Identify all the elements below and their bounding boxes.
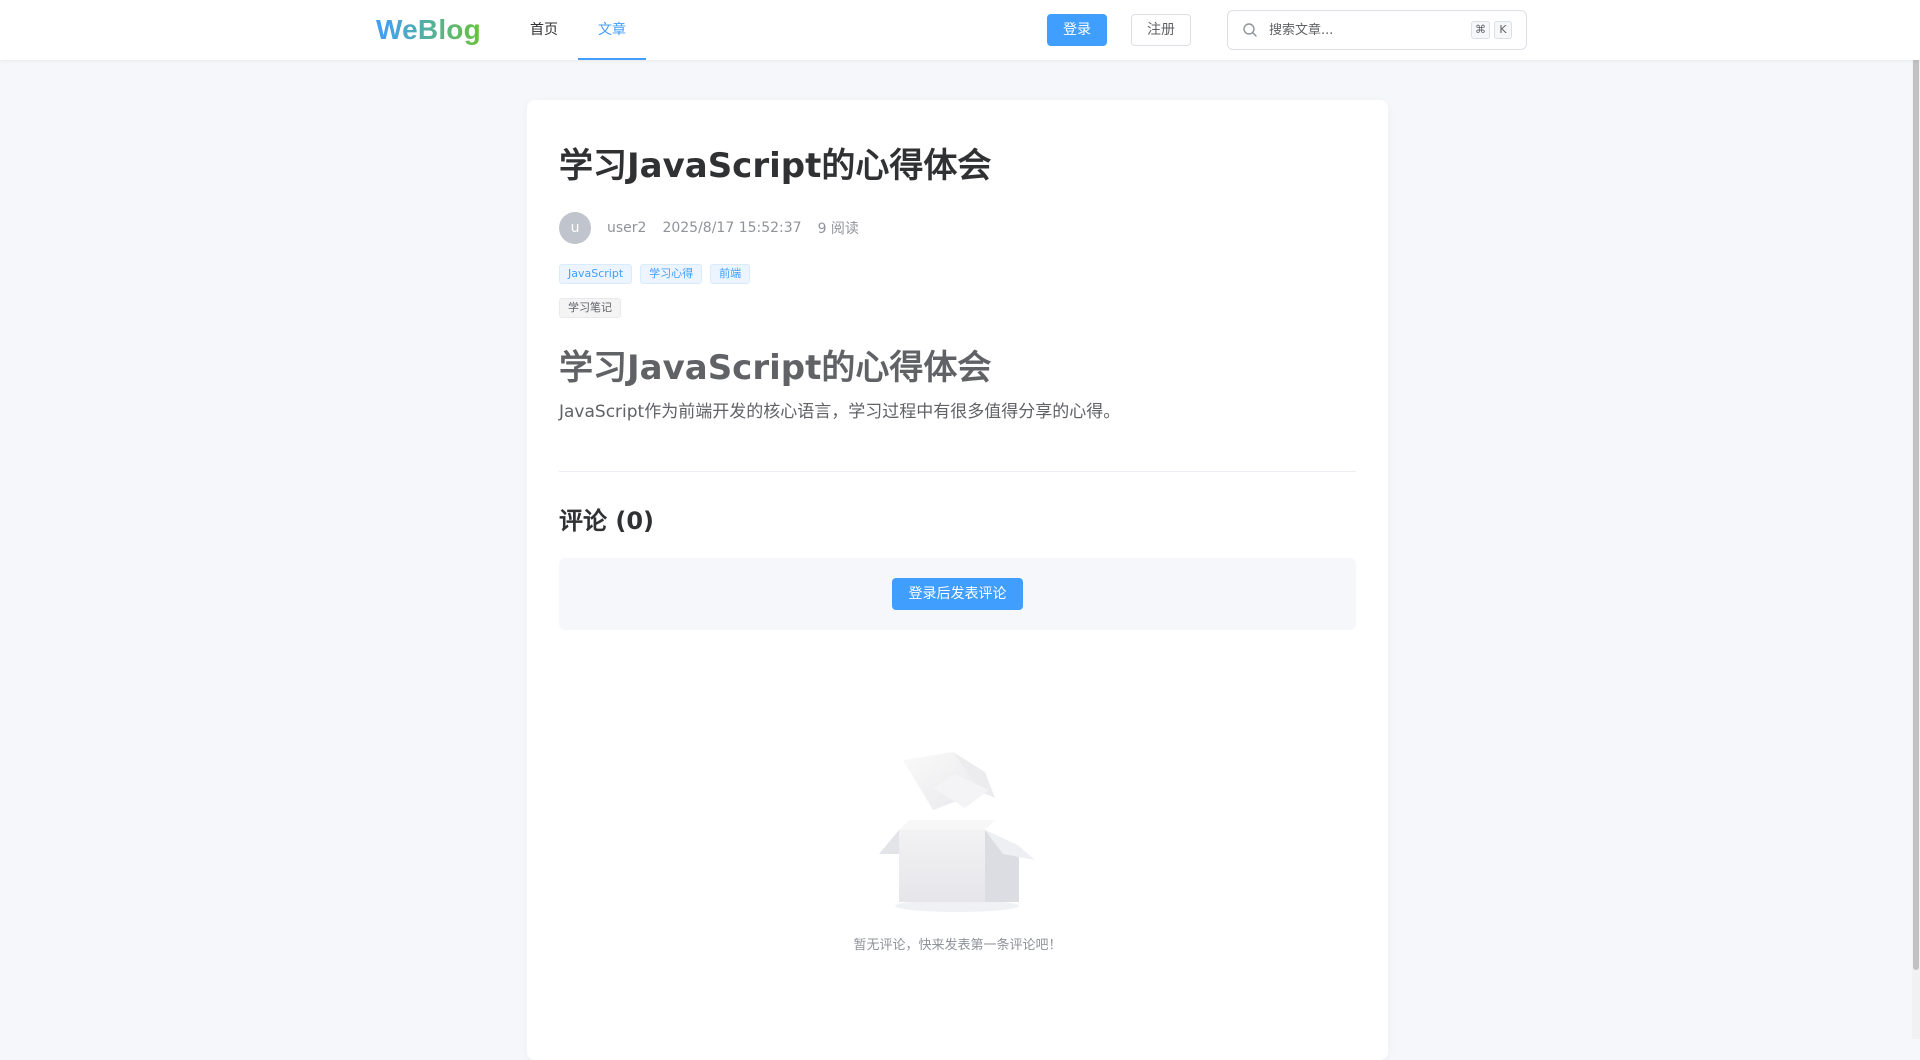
comments-title: 评论 (0)	[559, 507, 654, 535]
article-meta: u user2 2025/8/17 15:52:37 9 阅读	[559, 212, 875, 244]
publish-date: 2025/8/17 15:52:37	[662, 220, 802, 236]
top-header: WeBlog 首页 文章 登录 注册 ⌘ K	[0, 0, 1920, 60]
page-scrollbar[interactable]	[1912, 0, 1920, 1039]
empty-box-icon	[875, 750, 1045, 915]
read-count: 9 阅读	[817, 221, 859, 237]
nav-item-articles[interactable]: 文章	[578, 0, 646, 60]
search-input[interactable]	[1267, 21, 1467, 39]
scrollbar-thumb[interactable]	[1913, 0, 1919, 970]
search-icon	[1242, 22, 1258, 38]
tag-list: JavaScript 学习心得 前端	[559, 264, 758, 284]
login-to-comment-button[interactable]: 登录后发表评论	[892, 578, 1023, 610]
tag-learning[interactable]: 学习心得	[640, 264, 703, 284]
category-list: 学习笔记	[559, 298, 629, 318]
register-button[interactable]: 注册	[1131, 14, 1191, 46]
shortcut-key-k: K	[1494, 21, 1512, 39]
avatar[interactable]: u	[559, 212, 591, 244]
author-name[interactable]: user2	[607, 220, 646, 236]
tag-javascript[interactable]: JavaScript	[559, 264, 633, 284]
site-logo[interactable]: WeBlog	[376, 12, 481, 48]
article-card: 学习JavaScript的心得体会 u user2 2025/8/17 15:5…	[527, 100, 1388, 1060]
tag-frontend[interactable]: 前端	[710, 264, 751, 284]
empty-comments-text: 暂无评论，快来发表第一条评论吧！	[853, 938, 1062, 953]
content-heading: 学习JavaScript的心得体会	[559, 348, 992, 388]
category-tag[interactable]: 学习笔记	[559, 298, 621, 318]
nav-item-home[interactable]: 首页	[510, 0, 578, 60]
main-nav: 首页 文章	[510, 0, 646, 60]
content-paragraph: JavaScript作为前端开发的核心语言，学习过程中有很多值得分享的心得。	[559, 402, 1121, 422]
divider	[559, 471, 1356, 472]
login-button[interactable]: 登录	[1047, 14, 1107, 46]
search-box[interactable]: ⌘ K	[1227, 10, 1527, 50]
comment-login-box: 登录后发表评论	[559, 558, 1356, 630]
article-title: 学习JavaScript的心得体会	[559, 146, 992, 186]
shortcut-key-cmd: ⌘	[1471, 21, 1490, 39]
